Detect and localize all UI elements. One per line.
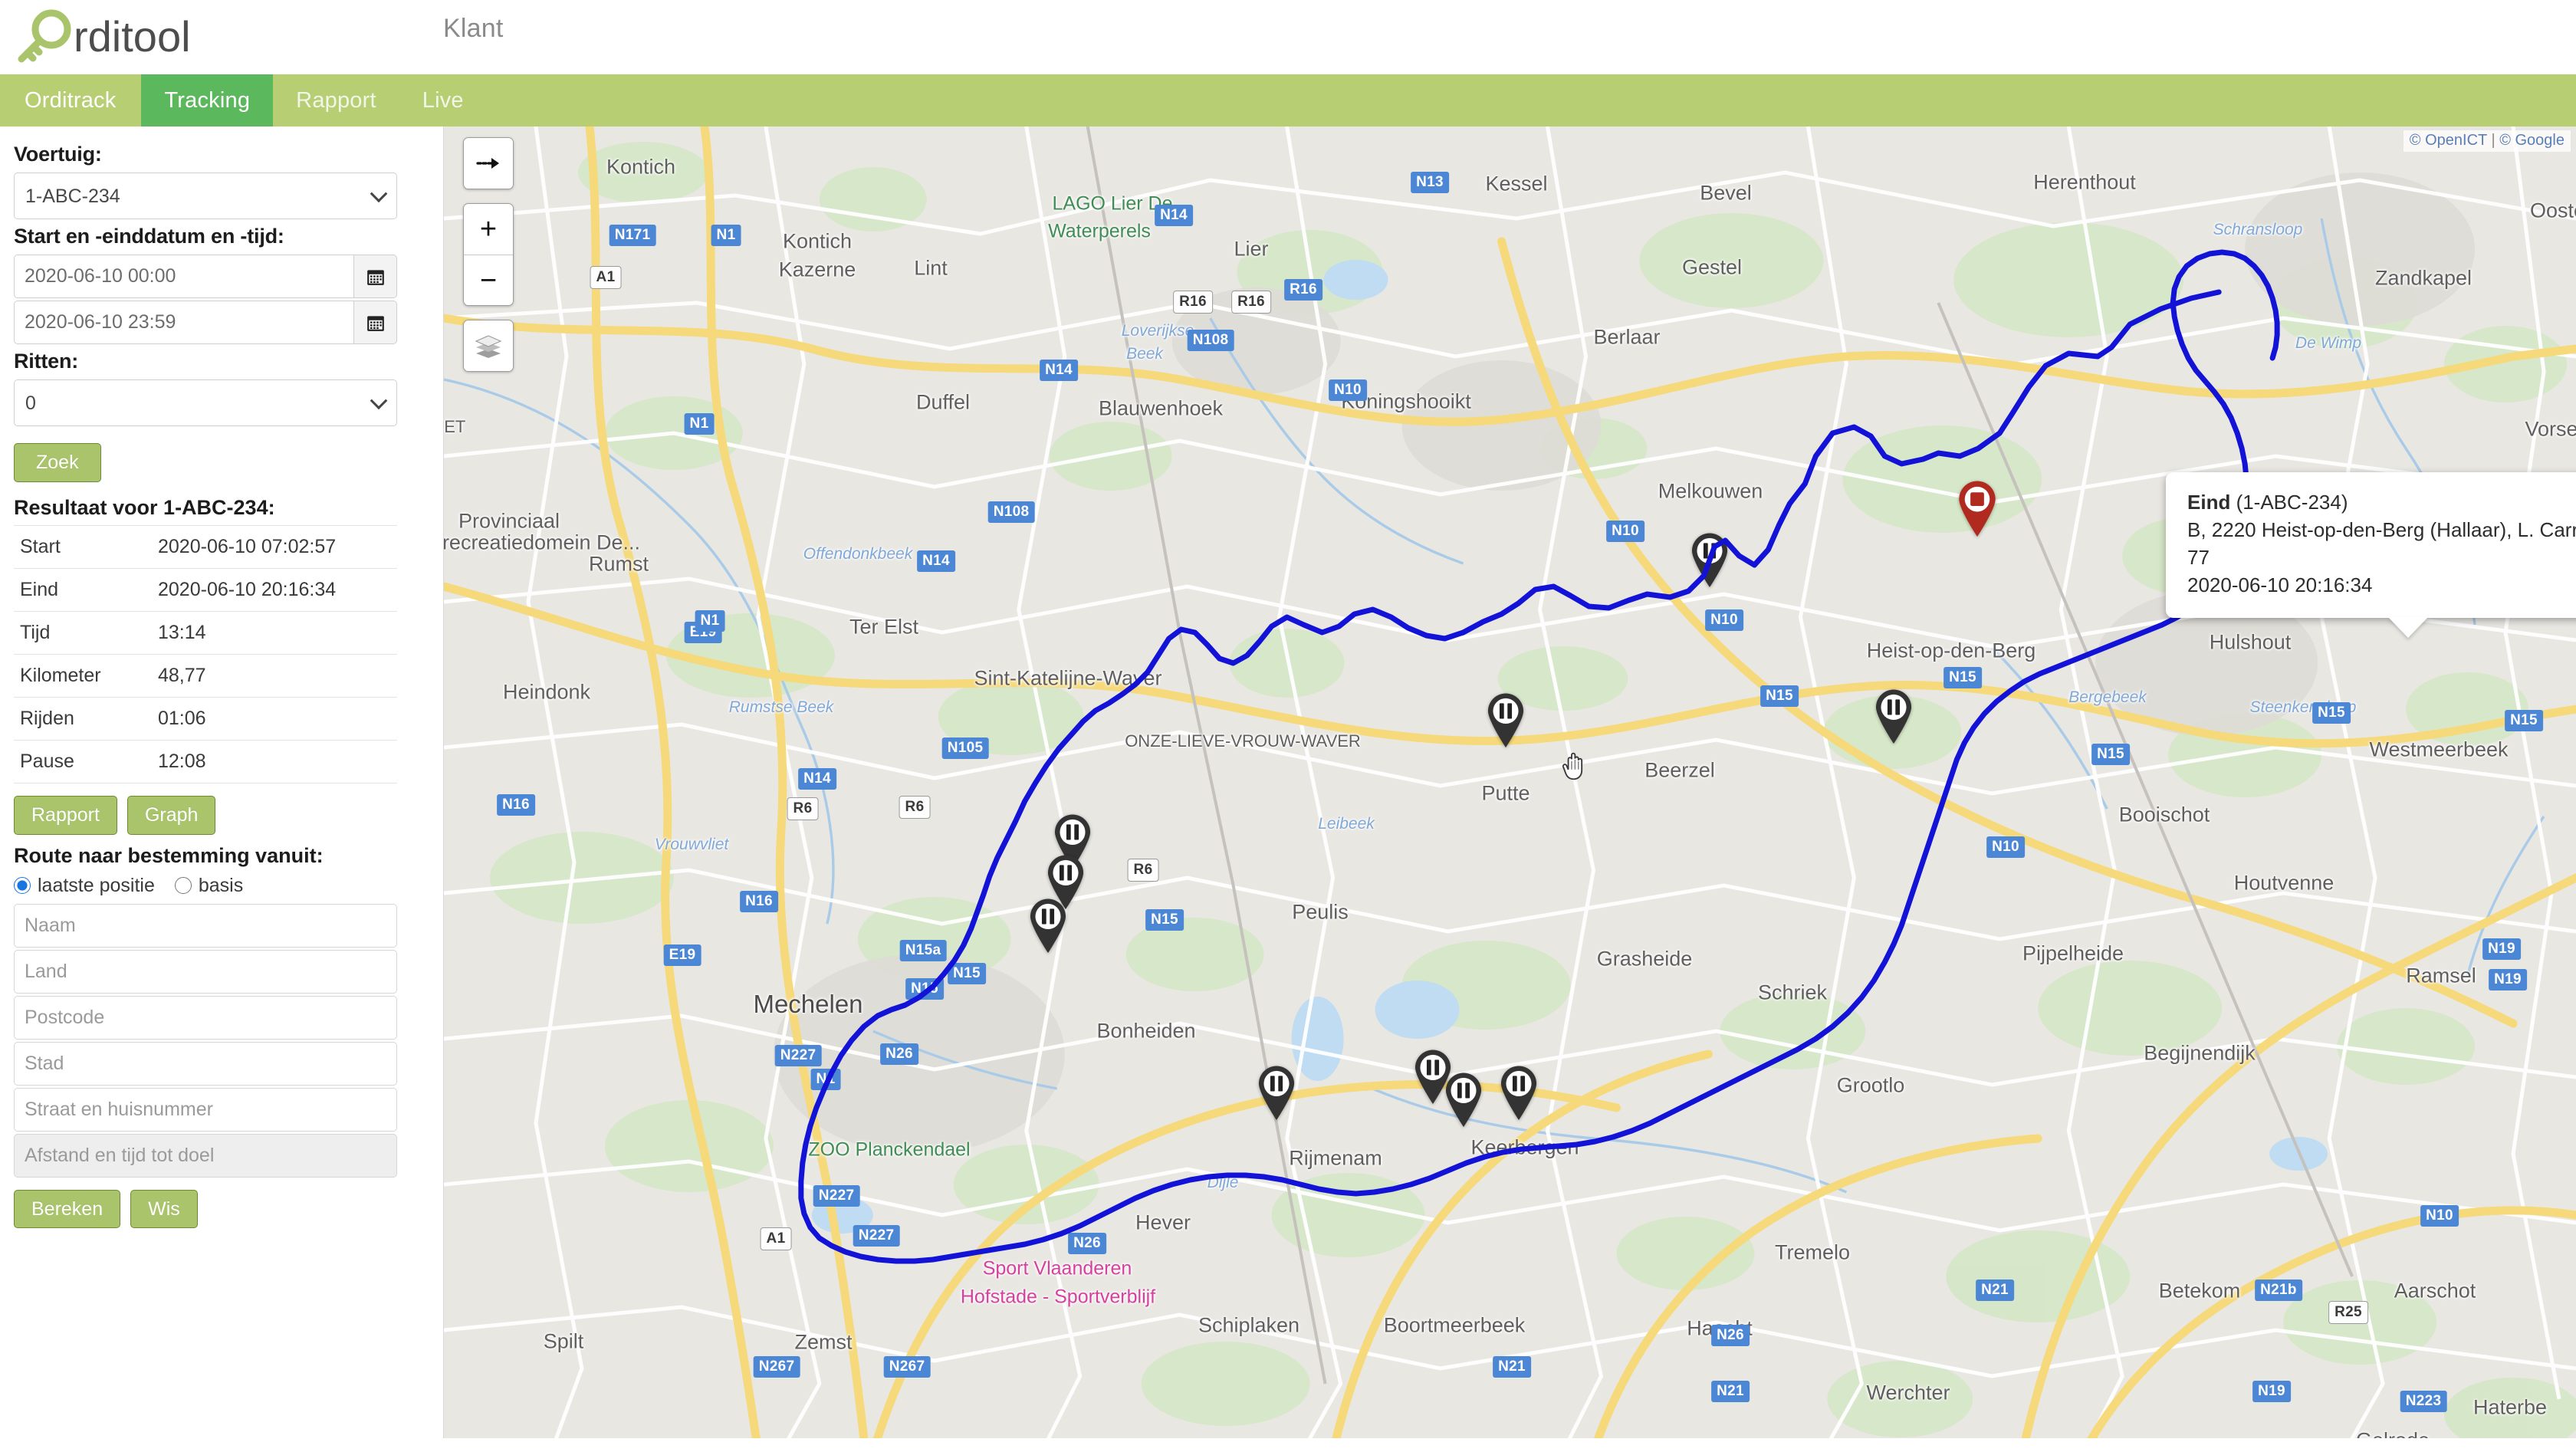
calculate-button[interactable]: Bereken bbox=[14, 1189, 121, 1229]
map-container[interactable]: Kontich Kontich Kazerne Lint Lier Kessel Bevel… bbox=[443, 126, 2576, 1452]
radio-base[interactable]: basis bbox=[174, 874, 244, 897]
result-value: 12:08 bbox=[158, 750, 206, 772]
table-row: Pause 12:08 bbox=[14, 740, 397, 783]
zoom-in-button[interactable]: + bbox=[464, 204, 513, 255]
radio-base-input[interactable] bbox=[174, 877, 192, 894]
rides-label: Ritten: bbox=[14, 350, 79, 373]
result-key: Start bbox=[20, 535, 61, 557]
zoom-control: + − bbox=[463, 203, 514, 306]
fullscreen-control bbox=[463, 137, 514, 189]
result-value: 48,77 bbox=[158, 664, 206, 686]
result-title: Resultaat voor 1-ABC-234: bbox=[14, 495, 275, 519]
rides-select-wrap: 0 bbox=[14, 379, 397, 426]
calendar-icon bbox=[366, 269, 384, 285]
nav-item-tracking[interactable]: Tracking bbox=[141, 74, 274, 126]
result-value: 01:06 bbox=[158, 707, 206, 729]
zoom-out-icon: − bbox=[479, 264, 498, 297]
layers-control bbox=[463, 320, 514, 372]
report-graph-buttons: Rapport Graph bbox=[14, 795, 428, 835]
result-table: Start 2020-06-10 07:02:57 Eind 2020-06-1… bbox=[14, 525, 397, 783]
app-logo[interactable]: rditool bbox=[14, 0, 236, 74]
start-calendar-button[interactable] bbox=[353, 255, 397, 298]
fullscreen-button[interactable] bbox=[464, 138, 513, 189]
table-row: Eind 2020-06-10 20:16:34 bbox=[14, 568, 397, 611]
map-controls: + − bbox=[463, 137, 514, 372]
radio-last-position[interactable]: laatste positie bbox=[14, 875, 155, 897]
layers-button[interactable] bbox=[464, 320, 513, 371]
land-input[interactable] bbox=[14, 949, 397, 994]
orditool-logo-icon: rditool bbox=[18, 9, 191, 62]
info-window-title: Eind (1-ABC-234) bbox=[2187, 489, 2576, 517]
daterange-label: Start en -einddatum en -tijd: bbox=[14, 225, 284, 248]
nav-item-live[interactable]: Live bbox=[399, 74, 487, 126]
attribution-openict[interactable]: © OpenICT bbox=[2410, 132, 2487, 149]
result-key: Rijden bbox=[20, 707, 74, 729]
vehicle-label: Voertuig: bbox=[14, 143, 102, 166]
search-button[interactable]: Zoek bbox=[14, 443, 101, 482]
attribution-google[interactable]: © Google bbox=[2499, 132, 2564, 149]
bottom-strip bbox=[0, 1438, 2576, 1452]
end-calendar-button[interactable] bbox=[353, 301, 397, 344]
layers-icon bbox=[475, 335, 502, 358]
radio-last-position-input[interactable] bbox=[14, 877, 31, 894]
map-attribution: © OpenICT | © Google bbox=[2403, 130, 2571, 152]
table-row: Rijden 01:06 bbox=[14, 697, 397, 740]
calendar-icon bbox=[366, 315, 384, 331]
result-value: 2020-06-10 20:16:34 bbox=[158, 578, 337, 600]
vehicle-select-wrap: 1-ABC-234 bbox=[14, 172, 397, 219]
result-key: Eind bbox=[20, 578, 59, 600]
info-window-tail bbox=[2388, 616, 2428, 638]
svg-text:rditool: rditool bbox=[74, 12, 191, 61]
zoom-out-button[interactable]: − bbox=[464, 255, 513, 305]
graph-button[interactable]: Graph bbox=[127, 795, 216, 835]
naam-input[interactable] bbox=[14, 903, 397, 948]
result-key: Kilometer bbox=[20, 664, 101, 686]
rides-select[interactable]: 0 bbox=[14, 379, 397, 426]
end-datetime-input[interactable] bbox=[14, 301, 353, 344]
nav-item-rapport[interactable]: Rapport bbox=[273, 74, 399, 126]
end-datetime-row bbox=[14, 301, 397, 344]
top-header: rditool Klant bbox=[0, 0, 2576, 74]
table-row: Start 2020-06-10 07:02:57 bbox=[14, 525, 397, 568]
start-datetime-row bbox=[14, 255, 397, 298]
report-button[interactable]: Rapport bbox=[14, 795, 117, 835]
result-key: Tijd bbox=[20, 621, 51, 643]
result-value: 2020-06-10 07:02:57 bbox=[158, 535, 337, 557]
result-value: 13:14 bbox=[158, 621, 206, 643]
radio-last-position-label: laatste positie bbox=[38, 874, 155, 896]
main-navigation: Orditrack Tracking Rapport Live bbox=[0, 74, 2576, 126]
info-window-timestamp: 2020-06-10 20:16:34 bbox=[2187, 573, 2373, 596]
route-polyline bbox=[798, 249, 2280, 1264]
attribution-separator: | bbox=[2491, 132, 2496, 149]
vehicle-select[interactable]: 1-ABC-234 bbox=[14, 172, 397, 219]
info-window-title-bold: Eind bbox=[2187, 491, 2231, 514]
zoom-in-icon: + bbox=[479, 213, 498, 245]
nav-item-orditrack[interactable]: Orditrack bbox=[0, 74, 141, 126]
table-row: Kilometer 48,77 bbox=[14, 654, 397, 697]
result-key: Pause bbox=[20, 750, 74, 772]
map-canvas[interactable] bbox=[444, 126, 2576, 1452]
stad-input[interactable] bbox=[14, 1041, 397, 1086]
route-origin-radio-group: laatste positie basis bbox=[14, 875, 428, 897]
afstand-tijd-output bbox=[14, 1133, 397, 1178]
info-window-address: B, 2220 Heist-op-den-Berg (Hallaar), L. … bbox=[2187, 517, 2576, 569]
clear-button[interactable]: Wis bbox=[130, 1189, 198, 1229]
sidebar-panel: Voertuig: 1-ABC-234 Start en -einddatum … bbox=[0, 126, 443, 1452]
straat-input[interactable] bbox=[14, 1087, 397, 1132]
client-label: Klant bbox=[443, 14, 504, 43]
table-row: Tijd 13:14 bbox=[14, 611, 397, 654]
route-destination-title: Route naar bestemming vanuit: bbox=[14, 843, 324, 867]
route-action-buttons: Bereken Wis bbox=[14, 1189, 428, 1229]
radio-base-label: basis bbox=[198, 874, 244, 896]
postcode-input[interactable] bbox=[14, 995, 397, 1040]
start-datetime-input[interactable] bbox=[14, 255, 353, 298]
info-window-title-rest: (1-ABC-234) bbox=[2230, 491, 2348, 514]
map-info-window: × Eind (1-ABC-234) B, 2220 Heist-op-den-… bbox=[2166, 472, 2576, 638]
arrow-right-icon bbox=[476, 158, 499, 169]
